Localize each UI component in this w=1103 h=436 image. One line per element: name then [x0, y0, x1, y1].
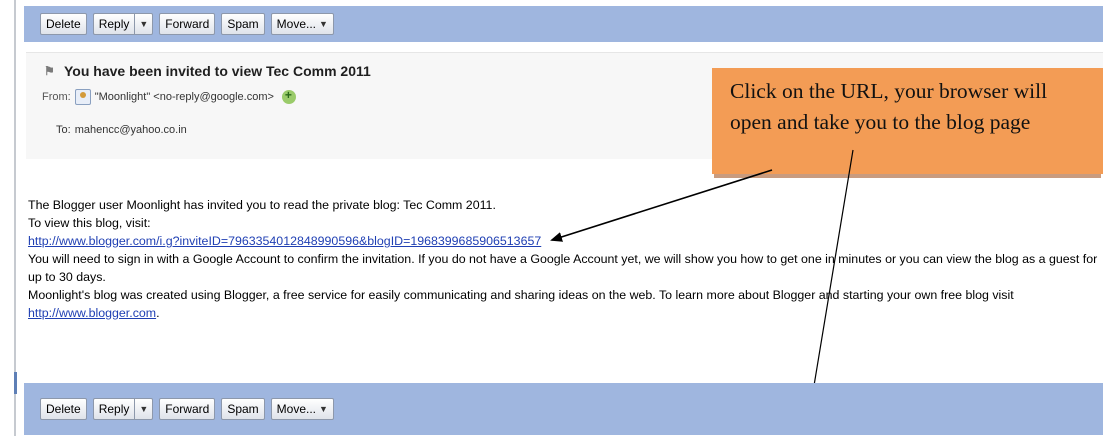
reply-button-label: Reply	[98, 402, 130, 416]
reply-dropdown-button[interactable]: ▼	[134, 398, 154, 420]
arrow-to-link	[550, 169, 773, 242]
forward-button[interactable]: Forward	[159, 398, 216, 420]
annotation-arrows	[550, 149, 854, 435]
reply-button[interactable]: Reply	[92, 398, 135, 420]
bottom-toolbar: Delete Reply ▼ Forward Spam Move... ▼	[24, 383, 1103, 435]
move-button[interactable]: Move... ▼	[270, 398, 334, 420]
delete-button-label: Delete	[46, 402, 81, 416]
chevron-down-icon: ▼	[139, 404, 149, 414]
delete-button[interactable]: Delete	[40, 398, 87, 420]
spam-button-label: Spam	[227, 402, 259, 416]
reply-split-button: Reply ▼	[92, 398, 154, 420]
forward-button-label: Forward	[165, 402, 210, 416]
chevron-down-icon: ▼	[319, 404, 328, 414]
move-button-label: Move...	[276, 402, 317, 416]
spam-button[interactable]: Spam	[221, 398, 265, 420]
